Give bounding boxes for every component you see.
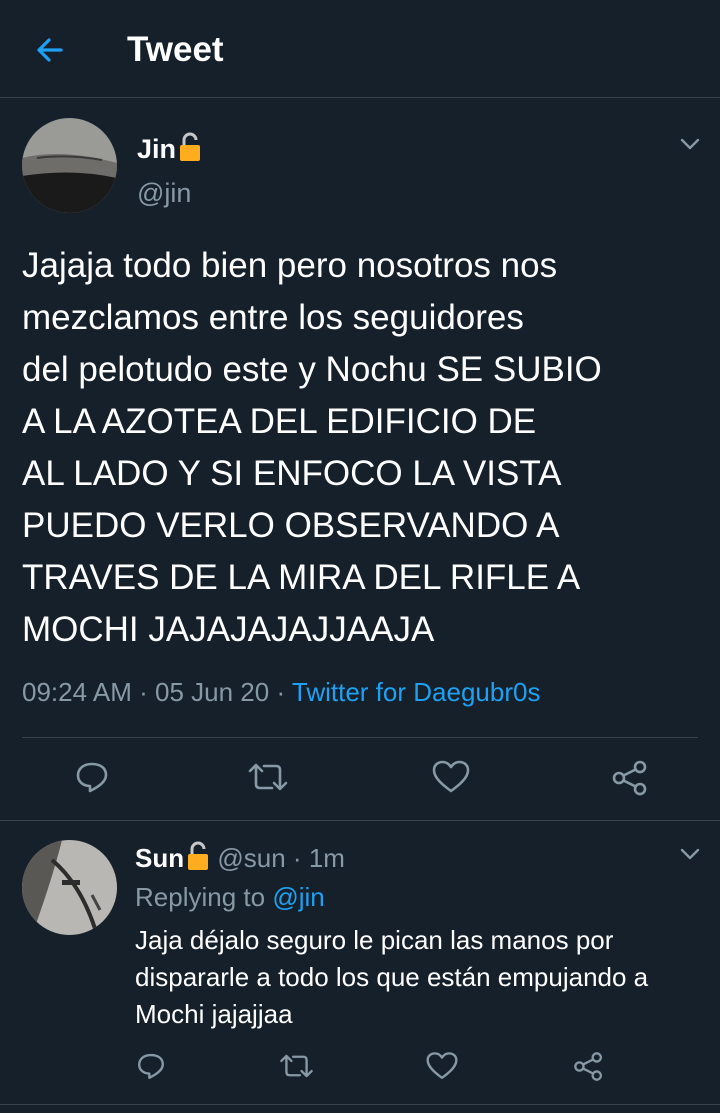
retweet-icon[interactable] bbox=[278, 1050, 315, 1082]
reply-age: 1m bbox=[308, 843, 345, 873]
top-bar: Tweet bbox=[0, 0, 720, 98]
reply-author-name[interactable]: Sun bbox=[135, 841, 210, 873]
meta-separator: · bbox=[276, 677, 286, 707]
avatar[interactable] bbox=[22, 118, 117, 213]
lock-icon bbox=[178, 132, 202, 169]
reply-text: Jaja déjalo seguro le pican las manos po… bbox=[135, 925, 649, 1029]
like-icon[interactable] bbox=[425, 1050, 459, 1082]
share-icon[interactable] bbox=[572, 1050, 605, 1083]
replying-to: Replying to @jin bbox=[135, 882, 325, 913]
divider bbox=[0, 820, 720, 821]
chevron-down-icon[interactable] bbox=[678, 132, 702, 156]
tweet-meta: 09:24 AM · 05 Jun 20 · Twitter for Daegu… bbox=[22, 677, 540, 708]
retweet-icon[interactable] bbox=[246, 758, 290, 796]
reply-icon[interactable] bbox=[73, 758, 111, 796]
share-icon[interactable] bbox=[610, 758, 650, 798]
reply-author-line: Sun @sun · 1m bbox=[135, 841, 345, 878]
reply-icon[interactable] bbox=[135, 1050, 167, 1082]
divider bbox=[22, 737, 698, 738]
meta-separator: · bbox=[139, 677, 148, 707]
divider bbox=[0, 1104, 720, 1105]
replying-to-label: Replying to bbox=[135, 882, 266, 912]
tweet-date: 05 Jun 20 bbox=[155, 677, 270, 707]
author-handle[interactable]: @jin bbox=[137, 178, 191, 209]
arrow-left-icon[interactable] bbox=[30, 30, 70, 70]
like-icon[interactable] bbox=[431, 758, 471, 796]
reply-handle[interactable]: @sun bbox=[217, 843, 285, 873]
avatar[interactable] bbox=[22, 840, 117, 935]
author-name[interactable]: Jin bbox=[137, 132, 202, 169]
author-display-name: Jin bbox=[137, 134, 177, 164]
chevron-down-icon[interactable] bbox=[678, 842, 702, 866]
tweet-source-link[interactable]: Twitter for Daegubr0s bbox=[292, 677, 541, 707]
tweet-text: Jajaja todo bien pero nosotros nos mezcl… bbox=[22, 246, 602, 649]
lock-icon bbox=[186, 841, 210, 878]
meta-separator: · bbox=[292, 843, 302, 873]
page-title: Tweet bbox=[127, 30, 224, 69]
reply-display-name: Sun bbox=[135, 843, 185, 873]
tweet-time: 09:24 AM bbox=[22, 677, 132, 707]
replying-to-handle[interactable]: @jin bbox=[272, 882, 324, 912]
